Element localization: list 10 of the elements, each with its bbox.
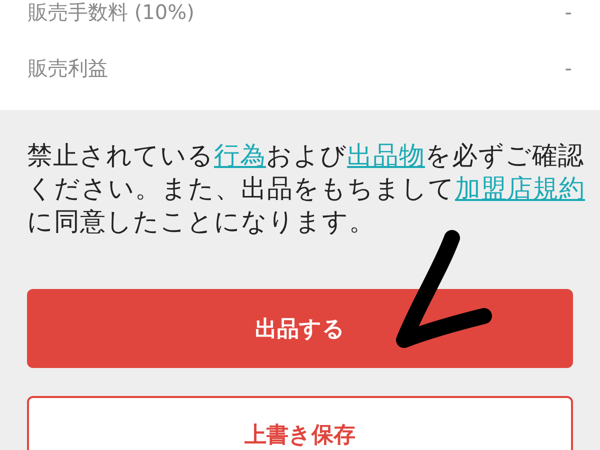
notice-text: 禁止されている行為および出品物を必ずご確認ください。また、出品をもちまして加盟店規約 に同意したことになります。 xyxy=(27,140,586,239)
row-label: 販売手数料 (10%) xyxy=(28,0,194,26)
row-value: - xyxy=(564,0,572,24)
terms-link[interactable]: 行為 xyxy=(214,141,266,171)
row-label: 販売利益 xyxy=(28,54,108,82)
row-value: - xyxy=(564,56,572,80)
save-button[interactable]: 上書き保存 xyxy=(27,396,573,450)
terms-link[interactable]: 加盟店規約 xyxy=(455,174,585,204)
terms-link[interactable]: 出品物 xyxy=(347,141,425,171)
submit-button[interactable]: 出品する xyxy=(27,289,573,368)
